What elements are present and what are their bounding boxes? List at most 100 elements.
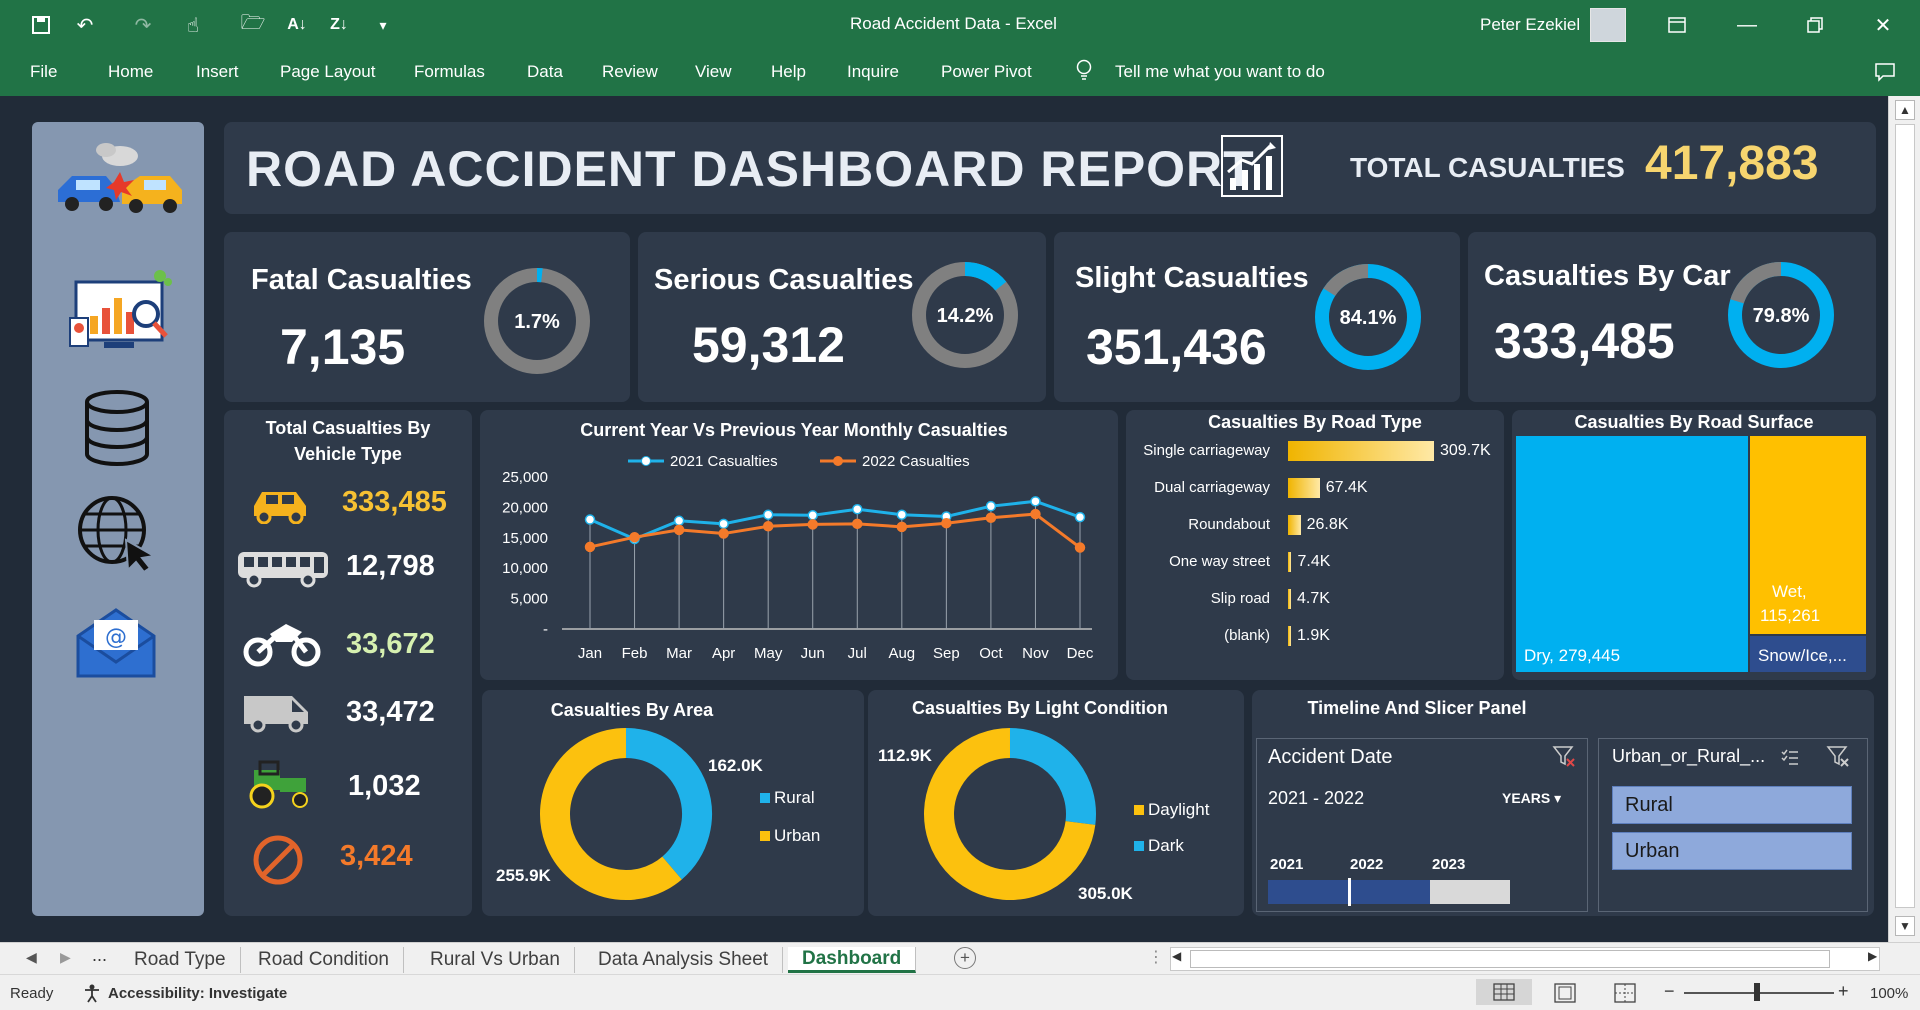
- comments-icon[interactable]: [1874, 62, 1896, 87]
- scroll-down-icon[interactable]: ▼: [1895, 916, 1915, 936]
- hscroll-right-icon[interactable]: ▶: [1868, 949, 1877, 963]
- zoom-in-icon[interactable]: +: [1838, 981, 1849, 1002]
- database-icon: [82, 390, 152, 471]
- page-layout-view-icon[interactable]: [1554, 983, 1576, 1008]
- menu-home[interactable]: Home: [108, 62, 153, 82]
- hscroll-left-icon[interactable]: ◀: [1172, 949, 1181, 963]
- road-type-bar: [1288, 515, 1301, 535]
- kpi-donut-slight: 84.1%: [1315, 264, 1421, 370]
- road-type-value: 67.4K: [1325, 479, 1368, 496]
- avatar[interactable]: [1590, 8, 1626, 42]
- sort-descending-icon[interactable]: Z↓: [326, 12, 352, 38]
- close-icon[interactable]: ✕: [1868, 10, 1898, 40]
- treemap-dry: [1516, 436, 1748, 672]
- kpi-value-fatal: 7,135: [280, 319, 406, 375]
- open-folder-icon[interactable]: 🗁: [240, 12, 266, 38]
- timeline-unit-dropdown[interactable]: YEARS ▾: [1502, 790, 1561, 807]
- page-break-view-icon[interactable]: [1614, 983, 1636, 1008]
- tab-data-analysis-sheet[interactable]: Data Analysis Sheet: [584, 947, 784, 973]
- more-tabs-icon[interactable]: ...: [92, 945, 107, 966]
- title-bar: ↶ ↷ ☝ 🗁 A↓ Z↓ ▾ Road Accident Data - Exc…: [0, 0, 1920, 50]
- series-point: [673, 515, 685, 527]
- tab-road-type[interactable]: Road Type: [120, 947, 241, 973]
- tab-splitter-icon[interactable]: ⋮: [1148, 947, 1164, 967]
- kpi-donut-serious: 14.2%: [912, 262, 1018, 368]
- series-point: [852, 503, 863, 515]
- menu-help[interactable]: Help: [771, 62, 806, 82]
- road-type-value: 1.9K: [1297, 627, 1330, 644]
- total-casualties-value: 417,883: [1645, 137, 1819, 190]
- kpi-value-serious: 59,312: [692, 317, 845, 373]
- user-name[interactable]: Peter Ezekiel: [1480, 15, 1580, 35]
- ribbon-display-icon[interactable]: [1662, 10, 1692, 40]
- menu-inquire[interactable]: Inquire: [847, 62, 899, 82]
- menu-power-pivot[interactable]: Power Pivot: [941, 62, 1032, 82]
- vehicle-value-motorcycle: 33,672: [346, 628, 435, 660]
- kpi-label-car: Casualties By Car: [1484, 260, 1731, 292]
- add-sheet-icon[interactable]: +: [954, 947, 976, 969]
- x-tick-label: Oct: [979, 645, 1003, 662]
- scroll-up-icon[interactable]: ▲: [1895, 100, 1915, 120]
- kpi-value-car: 333,485: [1494, 313, 1675, 369]
- tell-me-search[interactable]: Tell me what you want to do: [1115, 62, 1325, 82]
- road-type-label: Dual carriageway: [1154, 479, 1270, 496]
- normal-view-icon[interactable]: [1476, 979, 1532, 1005]
- undo-icon[interactable]: ↶: [72, 12, 98, 38]
- multi-select-icon[interactable]: [1780, 748, 1800, 773]
- slicer-clear-filter-icon[interactable]: [1826, 744, 1850, 773]
- y-tick-label: 20,000: [502, 499, 548, 516]
- save-icon[interactable]: [28, 12, 54, 38]
- vertical-scrollbar[interactable]: ▲ ▼: [1888, 96, 1920, 942]
- x-tick-label: Feb: [622, 645, 648, 662]
- clear-filter-icon[interactable]: [1552, 744, 1576, 773]
- zoom-out-icon[interactable]: −: [1664, 981, 1675, 1002]
- restore-icon[interactable]: [1800, 10, 1830, 40]
- light-daylight-value: 305.0K: [1078, 884, 1133, 903]
- menu-formulas[interactable]: Formulas: [414, 62, 485, 82]
- lightbulb-icon: [1075, 59, 1093, 87]
- tab-road-condition[interactable]: Road Condition: [244, 947, 404, 973]
- scroll-thumb[interactable]: [1895, 124, 1915, 908]
- series-point: [762, 520, 774, 532]
- slicer-option-rural[interactable]: Rural: [1612, 786, 1852, 824]
- timeline-unselected-bar[interactable]: [1430, 880, 1510, 904]
- series-point: [584, 541, 596, 553]
- hscroll-thumb[interactable]: [1190, 950, 1830, 968]
- tab-scroll-left-icon[interactable]: ◀: [26, 949, 37, 966]
- redo-icon[interactable]: ↷: [130, 12, 156, 38]
- menu-page-layout[interactable]: Page Layout: [280, 62, 375, 82]
- light-title: Casualties By Light Condition: [911, 698, 1168, 718]
- x-tick-label: Aug: [888, 645, 915, 662]
- customize-toolbar-icon[interactable]: ▾: [370, 12, 396, 38]
- road-type-bar: [1288, 478, 1320, 498]
- touch-mode-icon[interactable]: ☝: [180, 12, 206, 38]
- slicer-option-urban[interactable]: Urban: [1612, 832, 1852, 870]
- vehicle-value-car: 333,485: [342, 486, 447, 518]
- kpi-value-slight: 351,436: [1086, 319, 1267, 375]
- trend-chart-icon: [1220, 134, 1284, 203]
- menu-review[interactable]: Review: [602, 62, 658, 82]
- road-type-bar: [1288, 626, 1291, 646]
- road-type-value: 26.8K: [1306, 516, 1349, 533]
- menu-insert[interactable]: Insert: [196, 62, 239, 82]
- menu-view[interactable]: View: [695, 62, 732, 82]
- accessibility-icon[interactable]: [82, 983, 102, 1008]
- status-accessibility[interactable]: Accessibility: Investigate: [108, 985, 287, 1002]
- tab-dashboard[interactable]: Dashboard: [788, 947, 917, 973]
- bus-icon: [236, 548, 332, 593]
- tab-scroll-right-icon[interactable]: ▶: [60, 949, 71, 966]
- sheet-tab-bar: ◀ ▶ ... Road Type Road Condition Rural V…: [0, 942, 1920, 974]
- timeline-year-2022: 2022: [1350, 856, 1384, 873]
- series-point: [629, 531, 640, 543]
- minimize-icon[interactable]: —: [1732, 10, 1762, 40]
- menu-file[interactable]: File: [30, 62, 57, 82]
- email-icon: @: [74, 606, 158, 685]
- menu-data[interactable]: Data: [527, 62, 563, 82]
- x-tick-label: Jun: [801, 645, 825, 662]
- sort-ascending-icon[interactable]: A↓: [284, 12, 310, 38]
- zoom-level[interactable]: 100%: [1870, 985, 1908, 1002]
- area-urban-value: 255.9K: [496, 866, 551, 885]
- zoom-slider-thumb[interactable]: [1754, 983, 1760, 1001]
- timeline-range: 2021 - 2022: [1268, 788, 1365, 808]
- tab-rural-vs-urban[interactable]: Rural Vs Urban: [416, 947, 575, 973]
